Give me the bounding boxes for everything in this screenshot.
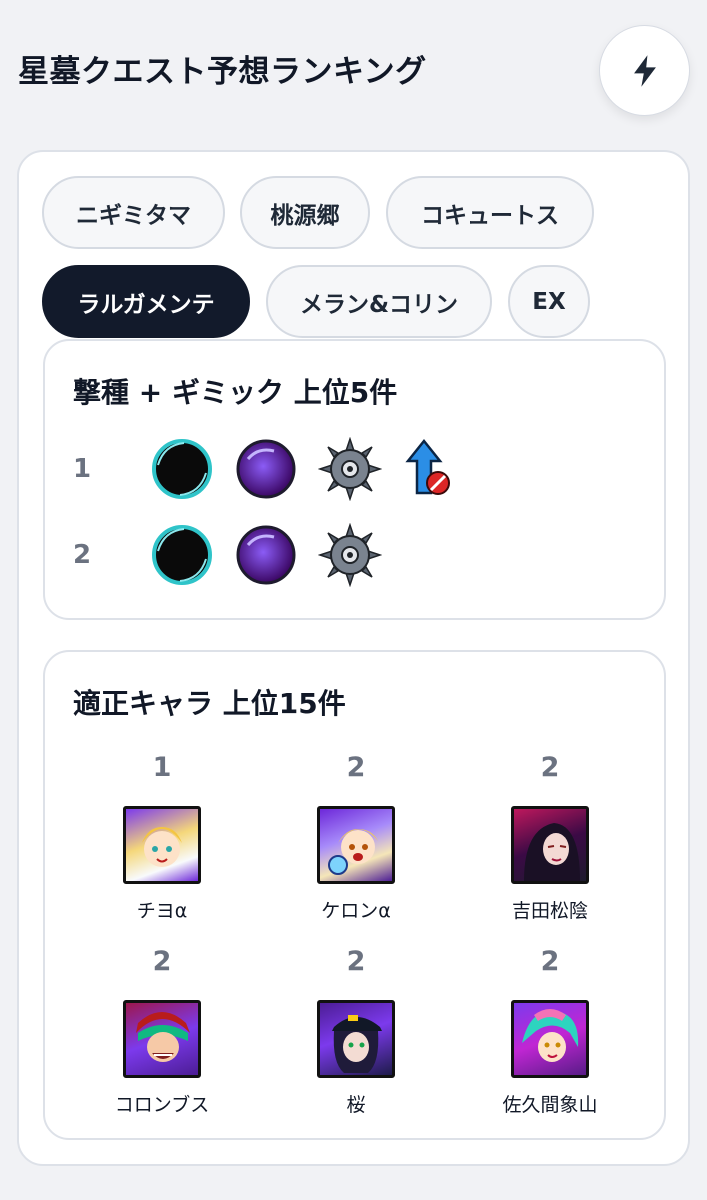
gimmick-rank-1: 1 <box>73 454 92 484</box>
character-card[interactable]: 1 チヨα <box>65 748 259 923</box>
tab-largamente[interactable]: ラルガメンテ <box>42 265 250 338</box>
character-rank: 2 <box>152 946 172 977</box>
character-name: 佐久間象山 <box>502 1094 598 1116</box>
character-card[interactable]: 2 佐久間象山 <box>453 942 647 1117</box>
tab-cocytus[interactable]: コキュートス <box>386 176 594 249</box>
character-card[interactable]: 2 コロンブス <box>65 942 259 1117</box>
teal-hair-portrait <box>511 1000 589 1078</box>
gimmick-panel-title: 撃種 + ギミック 上位5件 <box>73 376 398 409</box>
character-name: 桜 <box>346 1094 366 1116</box>
bolt-icon <box>633 54 656 87</box>
character-rank: 2 <box>540 752 560 783</box>
page-title: 星墓クエスト予想ランキング <box>18 54 427 90</box>
green-hair-portrait <box>123 1000 201 1078</box>
character-name: チヨα <box>136 900 188 922</box>
character-rank: 2 <box>346 752 366 783</box>
character-name: 吉田松陰 <box>511 900 588 922</box>
bolt-button[interactable] <box>599 25 690 116</box>
character-name: コロンブス <box>114 1094 210 1116</box>
blonde-girl-portrait <box>123 806 201 884</box>
tab-nigimitama[interactable]: ニギミタマ <box>42 176 225 249</box>
speed-up-blocked-icon <box>402 437 466 501</box>
gimmick-rank-2: 2 <box>73 540 92 570</box>
cap-girl-portrait <box>317 1000 395 1078</box>
character-card[interactable]: 2 ケロンα <box>259 748 453 923</box>
character-rank: 1 <box>152 752 172 783</box>
tab-meran-korin[interactable]: メラン&コリン <box>266 265 492 338</box>
spiked-mine-icon <box>317 522 383 588</box>
character-panel: 適正キャラ 上位15件 1 チヨα 2 ケロンα 2 吉田松陰 2 コロンブス … <box>43 650 666 1140</box>
character-name: ケロンα <box>321 900 391 922</box>
black-hole-icon <box>150 437 214 501</box>
tab-tougenkyou[interactable]: 桃源郷 <box>240 176 370 249</box>
gimmick-panel: 撃種 + ギミック 上位5件 1 2 <box>43 339 666 620</box>
spiked-mine-icon <box>317 436 383 502</box>
ranking-card: ニギミタマ 桃源郷 コキュートス ラルガメンテ メラン&コリン EX 撃種 + … <box>17 150 690 1166</box>
black-hole-icon <box>150 523 214 587</box>
character-card[interactable]: 2 桜 <box>259 942 453 1117</box>
purple-orb-icon <box>234 523 298 587</box>
blonde-boy-portrait <box>317 806 395 884</box>
character-card[interactable]: 2 吉田松陰 <box>453 748 647 923</box>
character-rank: 2 <box>346 946 366 977</box>
character-panel-title: 適正キャラ 上位15件 <box>73 687 346 720</box>
purple-orb-icon <box>234 437 298 501</box>
character-rank: 2 <box>540 946 560 977</box>
dark-hair-portrait <box>511 806 589 884</box>
tab-ex[interactable]: EX <box>508 265 590 338</box>
